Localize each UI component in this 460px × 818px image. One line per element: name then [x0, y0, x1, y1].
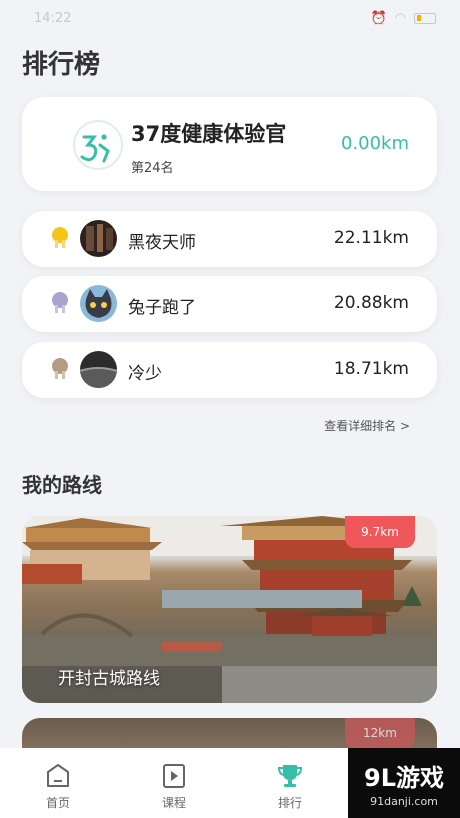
avatar[interactable]: [80, 220, 117, 257]
my-name: 37度健康体验官: [131, 122, 287, 146]
tab-label: 首页: [45, 796, 70, 810]
tab-home[interactable]: 首页: [0, 748, 116, 818]
avatar[interactable]: [80, 351, 117, 388]
app-logo-avatar-icon: [73, 120, 123, 170]
route-distance-badge: 9.7km: [345, 516, 415, 548]
battery-icon: [414, 12, 436, 24]
page-title: 排行榜: [22, 50, 101, 80]
tab-label: 课程: [161, 796, 186, 810]
route-distance-badge: 12km: [345, 718, 415, 748]
gold-medal-icon: [52, 227, 68, 251]
trophy-icon: [277, 765, 303, 787]
watermark-logo: 9L游戏 91danji.com: [348, 748, 460, 818]
watermark-main: 9L游戏: [364, 764, 444, 792]
alarm-icon: ⏰: [370, 10, 387, 26]
my-routes-title: 我的路线: [22, 473, 102, 497]
user-name: 冷少: [128, 364, 162, 384]
wifi-icon: ◠: [394, 10, 406, 26]
route-card[interactable]: 9.7km 开封古城路线: [22, 516, 437, 703]
watermark-sub: 91danji.com: [370, 795, 438, 808]
user-name: 黑夜天师: [128, 233, 196, 253]
tab-courses[interactable]: 课程: [116, 748, 232, 818]
status-time: 14:22: [34, 10, 72, 26]
silver-medal-icon: [52, 292, 68, 316]
bottom-tab-bar: 首页 课程 排行 9L游戏 91danji.com: [0, 748, 460, 818]
user-name: 兔子跑了: [128, 298, 196, 318]
user-distance: 22.11km: [333, 228, 409, 248]
my-distance: 0.00km: [340, 133, 409, 154]
view-detailed-ranking-link[interactable]: 查看详细排名 >: [324, 417, 410, 434]
my-rank-card[interactable]: 37度健康体验官 第24名 0.00km: [22, 97, 437, 191]
route-name: 开封古城路线: [58, 669, 160, 689]
leaderboard-row[interactable]: 黑夜天师 22.11km: [22, 211, 437, 267]
avatar[interactable]: [80, 285, 117, 322]
tab-label: 排行: [277, 796, 302, 810]
user-distance: 20.88km: [333, 293, 409, 313]
user-distance: 18.71km: [333, 359, 409, 379]
play-icon: [163, 764, 185, 788]
status-bar: 14:22 ⏰ ◠: [0, 0, 460, 36]
home-icon: [47, 764, 69, 787]
status-icons: ⏰ ◠: [370, 11, 436, 26]
leaderboard-row[interactable]: 冷少 18.71km: [22, 342, 437, 398]
my-rank-position: 第24名: [131, 161, 174, 176]
bronze-medal-icon: [52, 358, 68, 382]
tab-ranking[interactable]: 排行: [232, 748, 348, 818]
leaderboard-row[interactable]: 兔子跑了 20.88km: [22, 276, 437, 332]
